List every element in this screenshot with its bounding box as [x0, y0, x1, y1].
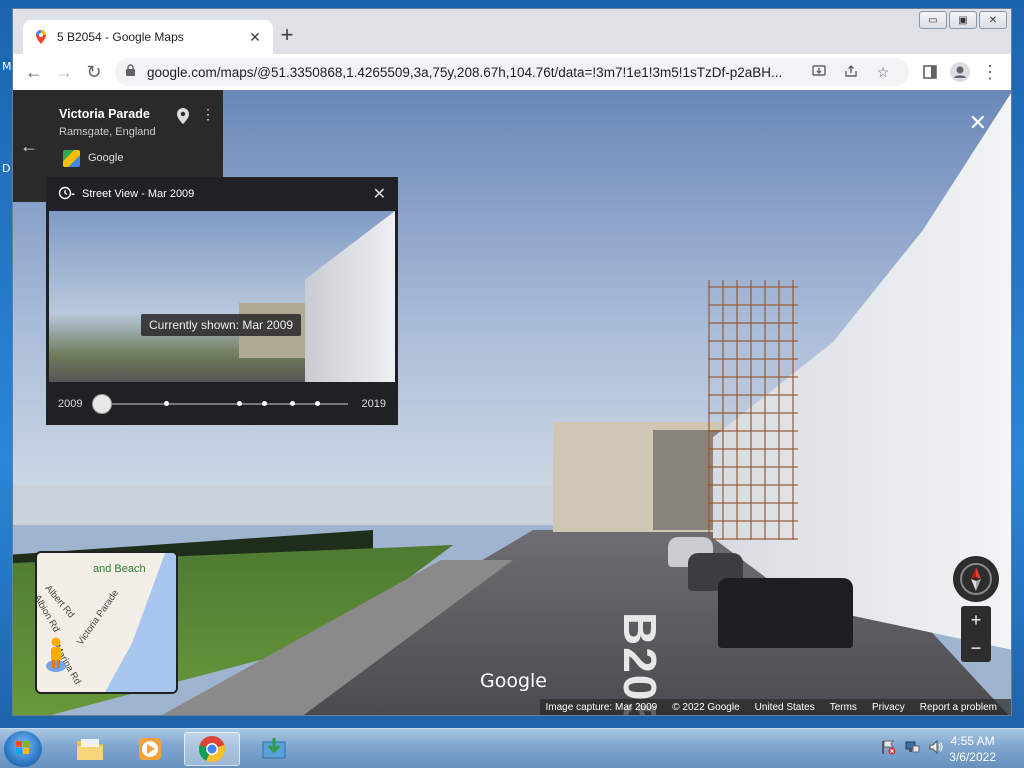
location-pin-icon[interactable]: [177, 108, 189, 127]
chrome-icon[interactable]: [184, 732, 240, 766]
maximize-button[interactable]: ▣: [949, 11, 977, 29]
zoom-in-button[interactable]: +: [961, 606, 991, 634]
close-time-machine-icon[interactable]: ✕: [373, 184, 386, 204]
image-capture-date: Image capture: Mar 2009: [545, 701, 658, 713]
place-name: Victoria Parade: [59, 107, 150, 121]
desktop-icon-label: M: [2, 60, 12, 73]
reload-button[interactable]: ↻: [79, 57, 109, 87]
timeline-slider[interactable]: 2009 2019: [46, 382, 398, 425]
historical-preview-image[interactable]: [49, 211, 395, 382]
browser-window: 5 B2054 - Google Maps ✕ + ▭ ▣ ✕ ← → ↻ go…: [12, 8, 1012, 716]
currently-shown-tooltip: Currently shown: Mar 2009: [141, 314, 302, 336]
pegman-icon[interactable]: [45, 636, 67, 674]
copyright: © 2022 Google: [672, 701, 740, 713]
side-panel-icon[interactable]: [915, 57, 945, 87]
street-view-panorama[interactable]: B2054 ← Victoria Parade Ramsgate, Englan…: [13, 90, 1011, 715]
timeline-date-dot[interactable]: [289, 400, 295, 406]
media-player-icon[interactable]: [122, 732, 178, 766]
menu-icon[interactable]: ⋮: [975, 57, 1005, 87]
minimap-label: and Beach: [93, 563, 146, 575]
timeline-end-year: 2019: [361, 397, 386, 410]
region-link[interactable]: United States: [755, 702, 815, 713]
timeline-date-dot[interactable]: [262, 400, 268, 406]
privacy-link[interactable]: Privacy: [872, 702, 905, 713]
zoom-out-button[interactable]: −: [961, 634, 991, 662]
system-clock[interactable]: 4:55 AM 3/6/2022: [949, 733, 996, 765]
forward-button[interactable]: →: [49, 57, 79, 87]
install-icon[interactable]: [803, 64, 835, 81]
time-machine-header[interactable]: Street View - Mar 2009 ✕: [46, 177, 398, 211]
maps-pin-icon: [36, 30, 46, 44]
close-street-view-icon[interactable]: ✕: [969, 110, 987, 136]
provider-label: Google: [88, 152, 124, 164]
map-footer: Image capture: Mar 2009 © 2022 Google Un…: [539, 699, 1011, 715]
zoom-controls: + −: [961, 606, 991, 662]
timeline-date-dot[interactable]: [314, 400, 320, 406]
preview-building: [305, 211, 395, 382]
report-problem-link[interactable]: Report a problem: [920, 702, 997, 713]
time-machine-panel: Street View - Mar 2009 ✕ Currently shown…: [46, 177, 398, 425]
timeline-start-year: 2009: [58, 397, 83, 410]
action-center-flag-icon[interactable]: [880, 739, 896, 758]
url-text: google.com/maps/@51.3350868,1.4265509,3a…: [147, 64, 783, 80]
clock-time: 4:55 AM: [950, 734, 995, 748]
tab-title: 5 B2054 - Google Maps: [57, 30, 184, 44]
back-arrow-button[interactable]: ←: [13, 90, 45, 202]
network-icon[interactable]: [904, 739, 920, 758]
new-tab-button[interactable]: +: [273, 22, 301, 50]
history-clock-icon: [58, 186, 76, 203]
timeline-date-dot[interactable]: [164, 400, 170, 406]
compass-icon[interactable]: [953, 556, 999, 602]
profile-icon[interactable]: [945, 57, 975, 87]
parked-car: [718, 578, 853, 648]
address-bar[interactable]: google.com/maps/@51.3350868,1.4265509,3a…: [115, 58, 909, 86]
back-button[interactable]: ←: [19, 57, 49, 87]
taskbar: 4:55 AM 3/6/2022: [0, 728, 1024, 768]
tab-google-maps[interactable]: 5 B2054 - Google Maps ✕: [23, 20, 273, 54]
panorama-sea: [13, 485, 573, 525]
installer-icon[interactable]: [246, 732, 302, 766]
lock-icon: [125, 64, 139, 80]
time-machine-title: Street View - Mar 2009: [82, 188, 195, 200]
tab-strip: 5 B2054 - Google Maps ✕ + ▭ ▣ ✕: [13, 9, 1011, 54]
bookmark-star-icon[interactable]: ☆: [867, 64, 899, 81]
timeline-knob[interactable]: [92, 393, 113, 414]
timeline-date-dot[interactable]: [237, 400, 243, 406]
desktop-icon-label: D: [2, 162, 11, 175]
window-controls: ▭ ▣ ✕: [919, 11, 1007, 29]
system-tray: [880, 739, 944, 758]
tab-close-icon[interactable]: ✕: [247, 29, 263, 46]
minimap-label: Victoria Parade: [75, 587, 122, 648]
volume-icon[interactable]: [928, 739, 944, 758]
terms-link[interactable]: Terms: [830, 702, 857, 713]
start-button[interactable]: [4, 731, 42, 767]
place-location: Ramsgate, England: [59, 126, 156, 138]
file-explorer-icon[interactable]: [62, 732, 118, 766]
share-icon[interactable]: [835, 64, 867, 81]
browser-toolbar: ← → ↻ google.com/maps/@51.3350868,1.4265…: [13, 54, 1011, 90]
clock-date: 3/6/2022: [949, 750, 996, 764]
panorama-scaffolding: [708, 280, 798, 540]
minimize-button[interactable]: ▭: [919, 11, 947, 29]
close-window-button[interactable]: ✕: [979, 11, 1007, 29]
google-maps-icon: [63, 150, 80, 167]
timeline-track[interactable]: [92, 393, 348, 414]
more-options-icon[interactable]: ⋮: [201, 106, 215, 123]
minimap[interactable]: and Beach Albert Rd Albion Rd Victoria P…: [35, 551, 178, 694]
google-logo: Google: [480, 670, 548, 692]
